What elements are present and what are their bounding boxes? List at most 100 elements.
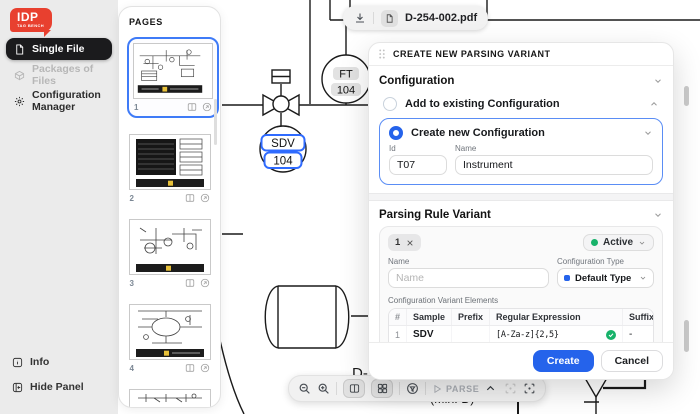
file-chip[interactable] [381,9,398,27]
sidebar-item-single-file[interactable]: Single File [6,38,112,60]
hide-panel-button[interactable]: Hide Panel [12,381,84,393]
col-header-suffix: Suffix [622,309,653,326]
divider [373,12,374,24]
variant-name-field[interactable] [388,268,549,288]
sidebar-item-configuration-manager[interactable]: Configuration Manager [6,89,112,113]
regex-valid-icon [606,329,617,340]
panel-body: Configuration Add to existing Configurat… [369,66,673,342]
variant-card: 1 Active Name Configuration Type [379,226,663,342]
sidebar-item-packages[interactable]: Packages of Files [6,63,112,87]
create-parsing-variant-panel: CREATE NEW PARSING VARIANT Configuration… [368,42,674,380]
variant-index-pill[interactable]: 1 [388,234,422,251]
page-thumbnail-1[interactable]: 1 [127,37,219,118]
variant-elements-label: Configuration Variant Elements [388,296,499,305]
canvas-scrollbar-thumb-bottom[interactable] [684,320,689,352]
canvas-scrollbar-thumb-top[interactable] [684,86,689,106]
row-suffix[interactable]: - [622,325,653,342]
sdv-tag-selected[interactable]: SDV 104 [260,134,306,169]
create-new-label: Create new Configuration [411,127,545,139]
sdv-tag-line1: SDV [271,138,295,150]
configuration-type-label: Configuration Type [557,257,625,266]
remove-variant-icon[interactable] [406,239,414,247]
configuration-type-dropdown[interactable]: Default Type [557,268,654,288]
chevron-down-icon[interactable] [653,76,663,86]
cancel-button[interactable]: Cancel [600,349,663,372]
row-regex[interactable]: [A-Za-z]{2,5} [496,330,559,340]
name-field-label: Name [455,144,477,153]
info-label: Info [30,356,50,368]
radio-selected[interactable] [389,126,403,140]
sdv-tag-line2: 104 [273,156,293,168]
open-page-icon[interactable] [200,193,210,203]
page-thumbnail-3[interactable]: 3 [128,219,211,288]
zoom-out-button[interactable] [298,382,311,395]
sidebar-item-label: Configuration Manager [32,89,101,113]
play-icon [434,384,442,393]
open-page-icon[interactable] [200,363,210,373]
info-icon [12,357,23,367]
file-icon [16,43,24,55]
pages-panel-title: PAGES [129,17,163,27]
divider [425,382,426,395]
create-button[interactable]: Create [532,349,594,372]
open-page-icon[interactable] [200,278,210,288]
sidebar-item-label: Packages of Files [32,63,94,87]
zoom-in-button[interactable] [317,382,330,395]
configuration-name-field[interactable] [455,155,653,175]
panel-header[interactable]: CREATE NEW PARSING VARIANT [369,43,673,66]
package-icon [14,70,25,80]
divider [399,382,400,395]
chevron-up-icon[interactable] [649,99,659,109]
divider [336,382,337,395]
gear-icon [14,96,25,106]
info-button[interactable]: Info [12,356,49,368]
fit-view-button[interactable] [523,382,536,395]
ft-tag-line1: FT [339,69,353,81]
parsing-rule-section-title: Parsing Rule Variant [379,209,491,221]
brand-subtitle: TAG BENCH [17,23,45,28]
radio-unselected[interactable] [383,97,397,111]
split-view-icon[interactable] [187,102,197,112]
open-page-icon[interactable] [202,102,212,112]
add-existing-option[interactable]: Add to existing Configuration [379,92,663,117]
parse-label: PARSE [446,383,480,394]
variant-elements-table: # Sample Prefix Regular Expression Suffi… [388,308,654,342]
variant-name-label: Name [388,257,410,266]
configuration-section-title: Configuration [379,75,455,87]
split-view-icon[interactable] [185,278,195,288]
section-divider [369,193,673,201]
chevron-down-icon [639,241,645,245]
page-thumbnail-4[interactable]: 4 [128,304,211,373]
tag-filter-button[interactable] [406,382,419,395]
split-view-icon[interactable] [185,193,195,203]
app-logo: IDP TAG BENCH [10,8,53,37]
sidebar: IDP TAG BENCH Single File Packages of Fi… [0,0,118,414]
pages-panel: PAGES 1 2 3 4 [118,6,221,408]
col-header-index: # [389,309,408,326]
download-icon[interactable] [354,12,366,24]
page-thumbnail-2[interactable]: 2 [128,134,211,203]
id-field[interactable] [389,155,447,175]
chevron-down-icon[interactable] [643,128,653,138]
panel-title: CREATE NEW PARSING VARIANT [393,49,551,59]
row-prefix[interactable] [451,325,491,342]
grid-view-toggle[interactable] [371,379,393,398]
split-view-icon[interactable] [185,363,195,373]
page-number: 1 [134,102,139,112]
collapse-toolbar-button[interactable] [485,382,498,395]
chevron-down-icon [640,276,646,280]
status-dropdown[interactable]: Active [582,234,654,251]
create-new-option[interactable]: Create new Configuration [389,121,653,144]
row-index: 1 [389,325,408,342]
drag-handle-icon[interactable] [378,49,386,59]
parse-button[interactable]: PARSE [432,384,479,394]
page-number: 2 [129,193,134,203]
pages-scrollbar-thumb[interactable] [214,99,217,145]
chevron-down-icon[interactable] [653,210,663,220]
split-view-toggle[interactable] [343,379,365,398]
page-thumbnail-image [128,304,211,360]
table-row[interactable]: 1 SDV [A-Za-z]{2,5} - [389,325,653,342]
fit-selection-button[interactable] [504,382,517,395]
page-thumbnail-5[interactable] [128,389,211,407]
page-thumbnail-image [128,219,211,275]
